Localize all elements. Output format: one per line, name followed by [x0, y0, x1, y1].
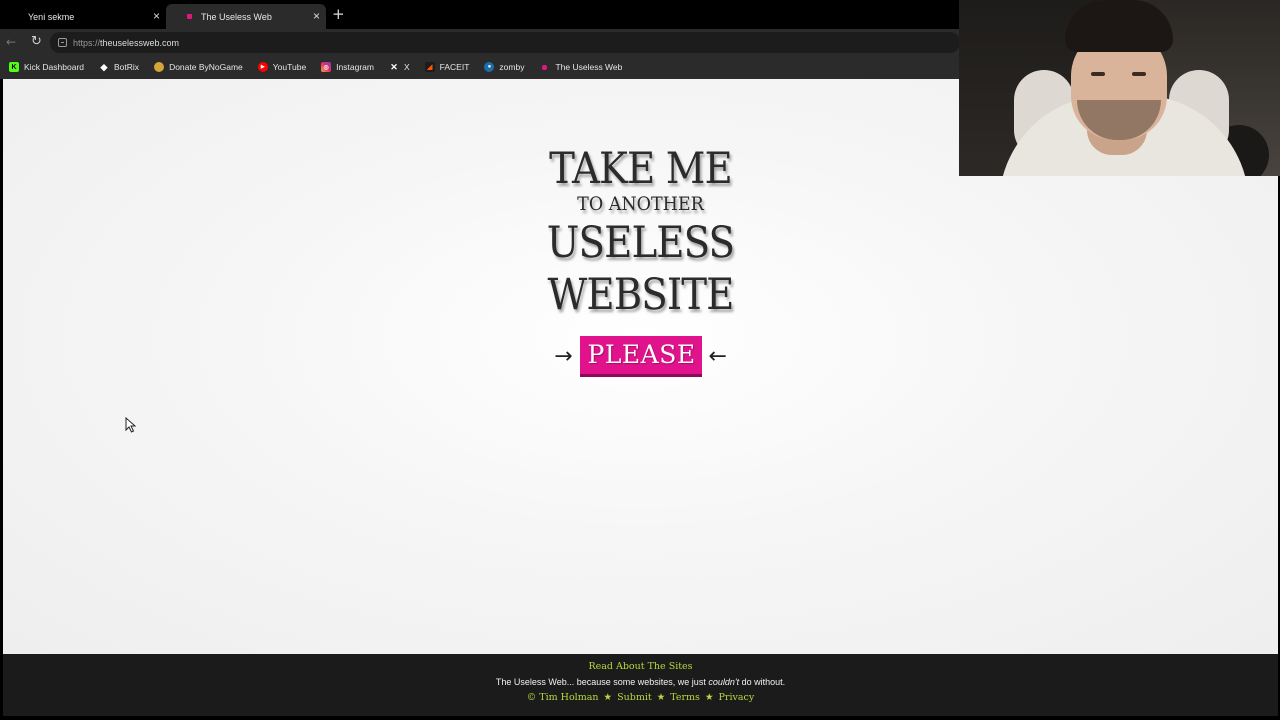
- reload-icon[interactable]: ↻: [31, 34, 42, 50]
- faceit-icon: ◢: [424, 62, 435, 72]
- url-scheme: https://: [73, 37, 101, 48]
- hero-line-to-another: TO ANOTHER: [577, 193, 704, 215]
- bookmark-label: FACEIT: [439, 62, 470, 72]
- bookmark-donate-bynogame[interactable]: Donate ByNoGame: [154, 62, 243, 72]
- bookmark-botrix[interactable]: ◆ BotRix: [99, 61, 140, 73]
- x-icon: ✕: [390, 61, 398, 72]
- terms-link[interactable]: Terms: [670, 692, 700, 703]
- bookmark-kick-dashboard[interactable]: K Kick Dashboard: [9, 62, 84, 72]
- bookmark-label: YouTube: [272, 62, 307, 72]
- webcam-eye: [1132, 72, 1146, 76]
- botrix-icon: ◆: [100, 61, 108, 72]
- bookmark-x[interactable]: ✕ X: [389, 61, 410, 73]
- star-separator: ★: [656, 692, 666, 703]
- please-button[interactable]: PLEASE: [579, 336, 702, 377]
- star-separator: ★: [603, 692, 613, 703]
- webcam-overlay: [959, 0, 1280, 176]
- bookmark-instagram[interactable]: ◎ Instagram: [321, 62, 374, 72]
- new-tab-button[interactable]: +: [332, 5, 345, 23]
- tab-title: Yeni sekme: [28, 11, 75, 22]
- privacy-link[interactable]: Privacy: [719, 692, 755, 703]
- submit-link[interactable]: Submit: [617, 692, 652, 703]
- back-arrow-icon[interactable]: ←: [6, 34, 16, 50]
- tab-title: The Useless Web: [201, 11, 272, 22]
- youtube-icon: ▶: [257, 62, 268, 72]
- left-arrow-icon: ←: [708, 343, 727, 369]
- address-bar[interactable]: https:// theuselessweb.com: [50, 32, 960, 53]
- footer-links: © Tim Holman ★ Submit ★ Terms ★ Privacy: [3, 692, 1278, 703]
- please-cta: → PLEASE ←: [3, 336, 1278, 377]
- kick-icon: K: [9, 62, 19, 72]
- bookmark-faceit[interactable]: ◢ FACEIT: [424, 62, 470, 72]
- bookmark-label: Kick Dashboard: [24, 62, 85, 72]
- bookmark-the-useless-web[interactable]: The Useless Web: [539, 62, 622, 72]
- url-host: theuselessweb.com: [100, 37, 180, 48]
- bookmark-label: zomby: [499, 62, 525, 72]
- bookmark-label: BotRix: [114, 62, 140, 72]
- webcam-eye: [1091, 72, 1105, 76]
- tab-new-tab[interactable]: Yeni sekme ×: [0, 4, 166, 29]
- webcam-hair: [1065, 0, 1173, 52]
- bookmark-label: Donate ByNoGame: [169, 62, 243, 72]
- hero-line-useless: USELESS: [546, 218, 735, 268]
- copyright-link[interactable]: © Tim Holman: [527, 692, 599, 703]
- instagram-icon: ◎: [321, 62, 332, 72]
- right-arrow-icon: →: [554, 343, 573, 369]
- steam-icon: ●: [484, 62, 495, 72]
- site-info-icon[interactable]: [58, 38, 67, 47]
- useless-web-icon: [542, 64, 548, 70]
- hero-line-website: WEBSITE: [547, 270, 734, 320]
- close-tab-icon[interactable]: ×: [153, 9, 160, 23]
- page-footer: Read About The Sites The Useless Web... …: [3, 654, 1278, 716]
- bookmark-zomby[interactable]: ● zomby: [484, 62, 524, 72]
- close-tab-icon[interactable]: ×: [313, 9, 320, 23]
- bookmark-label: The Useless Web: [555, 62, 623, 72]
- read-about-link[interactable]: Read About The Sites: [3, 661, 1278, 672]
- donate-icon: [154, 62, 165, 72]
- bookmark-label: X: [403, 62, 410, 72]
- tagline-end: do without.: [739, 677, 786, 687]
- bookmark-label: Instagram: [336, 62, 374, 72]
- tab-useless-web[interactable]: The Useless Web ×: [166, 4, 326, 29]
- tagline-start: The Useless Web... because some websites…: [495, 677, 709, 687]
- bookmark-youtube[interactable]: ▶ YouTube: [257, 62, 307, 72]
- tagline-emphasis: couldn't: [708, 677, 740, 687]
- footer-tagline: The Useless Web... because some websites…: [3, 677, 1278, 687]
- useless-web-favicon-icon: [187, 14, 192, 19]
- mouse-cursor-icon: [125, 417, 137, 433]
- star-separator: ★: [704, 692, 714, 703]
